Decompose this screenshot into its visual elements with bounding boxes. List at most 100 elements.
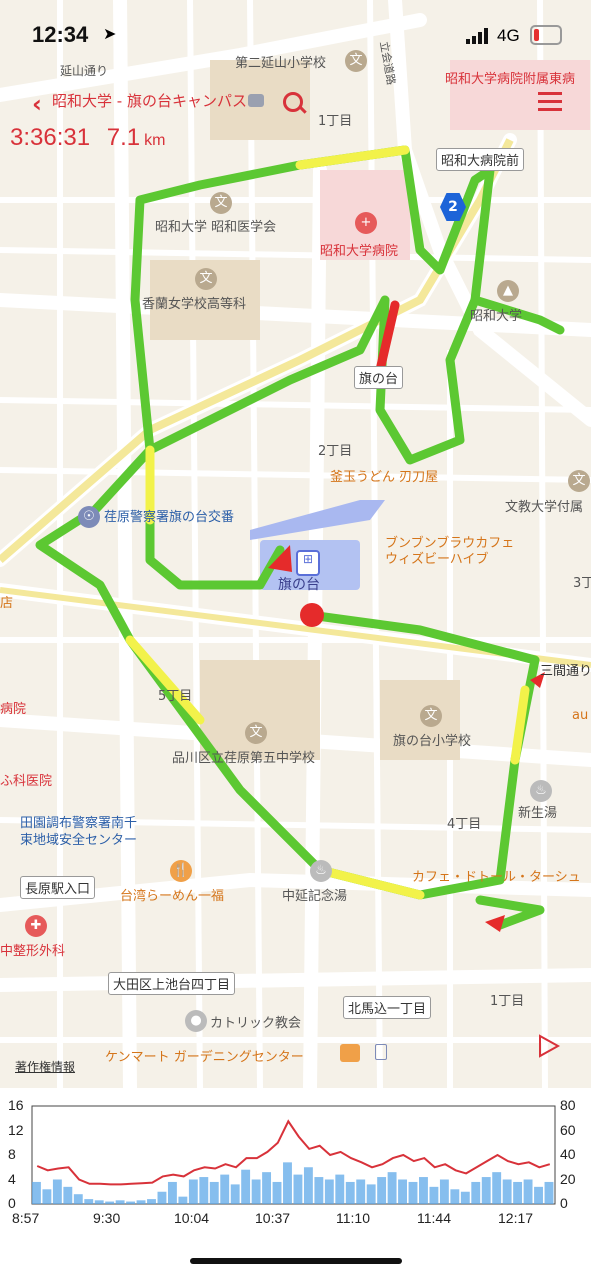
cadence-bar (377, 1177, 387, 1204)
x-axis-tick: 11:10 (336, 1210, 370, 1226)
cadence-bar (439, 1179, 449, 1204)
cadence-bar (230, 1184, 240, 1204)
left-axis-tick: 16 (8, 1097, 24, 1113)
cadence-bar (523, 1179, 533, 1204)
cadence-bar (293, 1174, 303, 1204)
school-icon: 文 (195, 268, 217, 290)
right-axis-tick: 80 (560, 1097, 576, 1113)
cadence-bar (544, 1181, 554, 1204)
map-label-chome5: 5丁目 (158, 689, 193, 704)
map-label-chome1b: 1丁目 (490, 994, 525, 1009)
map-label-store: 店 (0, 596, 14, 611)
home-indicator[interactable] (190, 1258, 402, 1264)
school-icon: 文 (210, 192, 232, 214)
distance-value: 7.1 (106, 124, 141, 151)
map-label-kenmart: ケンマート ガーデニングセンター (105, 1050, 304, 1065)
map-label-catholic: カトリック教会 (210, 1016, 302, 1031)
map-label-kouran: 香蘭女学校高等科 (142, 297, 247, 312)
cadence-bar (115, 1200, 125, 1204)
cadence-bar (492, 1172, 502, 1204)
bus-stop-icon (375, 1044, 387, 1060)
distance-unit: km (144, 132, 166, 149)
cadence-bar (502, 1179, 512, 1204)
train-station-icon[interactable]: ⊞ (296, 550, 320, 576)
left-axis-tick: 4 (8, 1170, 16, 1187)
menu-icon[interactable] (538, 92, 562, 112)
right-axis-tick: 0 (560, 1195, 568, 1211)
cadence-bar (126, 1201, 136, 1204)
map-label-ebara5: 品川区立荏原第五中学校 (172, 751, 316, 766)
cadence-bar (157, 1191, 167, 1204)
right-axis-tick: 60 (560, 1121, 576, 1138)
cadence-bar (429, 1186, 439, 1204)
left-axis-tick: 0 (8, 1195, 16, 1211)
elapsed-time: 3:36:31 (10, 124, 91, 151)
cadence-bar (283, 1162, 292, 1204)
right-axis-tick: 40 (560, 1146, 576, 1162)
restaurant-icon: 🍴 (170, 860, 192, 882)
map-label-showa-igakkai: 昭和大学 昭和医学会 (155, 220, 277, 235)
signal-icon (466, 28, 492, 44)
cadence-bar (324, 1179, 334, 1204)
cadence-bar (42, 1189, 52, 1204)
map-label-taiwan: 台湾らーめん一福 (120, 889, 225, 904)
church-icon: ● (185, 1010, 207, 1032)
map-label-street-top: 延山通り (60, 64, 109, 78)
map-label-hospital-top: 昭和大学病院附属東病 (445, 72, 576, 87)
cadence-bar (408, 1181, 418, 1204)
cadence-bar (366, 1184, 376, 1204)
cadence-bar (251, 1179, 261, 1204)
cadence-bar (471, 1181, 481, 1204)
x-axis-tick: 10:37 (255, 1210, 291, 1226)
map-label-showa-hospital: 昭和大学病院 (320, 244, 399, 259)
map-label-nakanobu: 中延記念湯 (282, 889, 348, 904)
map-label-nagahara: 長原駅入口 (20, 876, 96, 899)
bathhouse-icon: ♨ (310, 860, 332, 882)
x-axis-tick: 11:44 (417, 1210, 451, 1226)
cadence-bar (84, 1199, 94, 1204)
map-label-chome2: 2丁目 (318, 444, 353, 459)
status-time: 12:34 (32, 22, 89, 47)
search-icon[interactable] (283, 92, 307, 116)
route-map[interactable]: 文 第二延山小学校 延山通り 立会道路 昭和大学病院附属東病 1丁目 昭和大病院… (0, 0, 591, 1088)
cadence-bar (167, 1181, 177, 1204)
map-label-cafe-doutor: カフェ・ドトール・ターシュ (412, 870, 581, 885)
cadence-bar (387, 1172, 397, 1204)
back-chevron-icon[interactable]: ‹ (32, 90, 42, 118)
cadence-bar (335, 1174, 345, 1204)
map-label-showa-mae: 昭和大病院前 (436, 148, 525, 171)
cadence-bar (419, 1177, 428, 1204)
battery-icon (530, 25, 562, 45)
cadence-bar (52, 1179, 62, 1204)
hospital-icon: + (355, 212, 377, 234)
cadence-bar (188, 1179, 198, 1204)
map-label-chome1: 1丁目 (318, 114, 353, 129)
map-label-cafe-bottom: ウィズビーハイブ (385, 552, 489, 567)
cadence-bar (209, 1181, 219, 1204)
map-label-au: au (572, 708, 589, 723)
cadence-bar (178, 1196, 188, 1204)
school-icon: 文 (568, 470, 590, 492)
police-icon: ☉ (78, 506, 100, 528)
cadence-bar (513, 1181, 523, 1204)
cadence-bar (73, 1194, 83, 1204)
cadence-bar (32, 1181, 41, 1204)
x-axis-tick: 10:04 (174, 1210, 210, 1226)
cadence-bar (272, 1181, 282, 1204)
cadence-bar (534, 1186, 543, 1204)
map-label-bus-stop: 旗の台 (354, 366, 404, 389)
cadence-bar (262, 1172, 272, 1204)
map-label-showa-univ: 昭和大学 (470, 309, 523, 324)
map-label-chome4: 4丁目 (447, 817, 482, 832)
cadence-bar (136, 1200, 146, 1204)
status-bar: 12:34 ➤ 4G (0, 18, 591, 58)
map-label-clinic: 病院 (0, 702, 27, 717)
location-arrow-icon: ➤ (103, 24, 117, 43)
map-label-station[interactable]: 旗の台 (278, 574, 320, 594)
cadence-bar (94, 1200, 104, 1204)
school-icon: 文 (420, 705, 442, 727)
cadence-bar (450, 1189, 460, 1204)
map-label-kitamagome: 北馬込一丁目 (343, 996, 432, 1019)
copyright-link[interactable]: 著作権情報 (15, 1058, 75, 1075)
left-axis-tick: 8 (8, 1146, 16, 1162)
